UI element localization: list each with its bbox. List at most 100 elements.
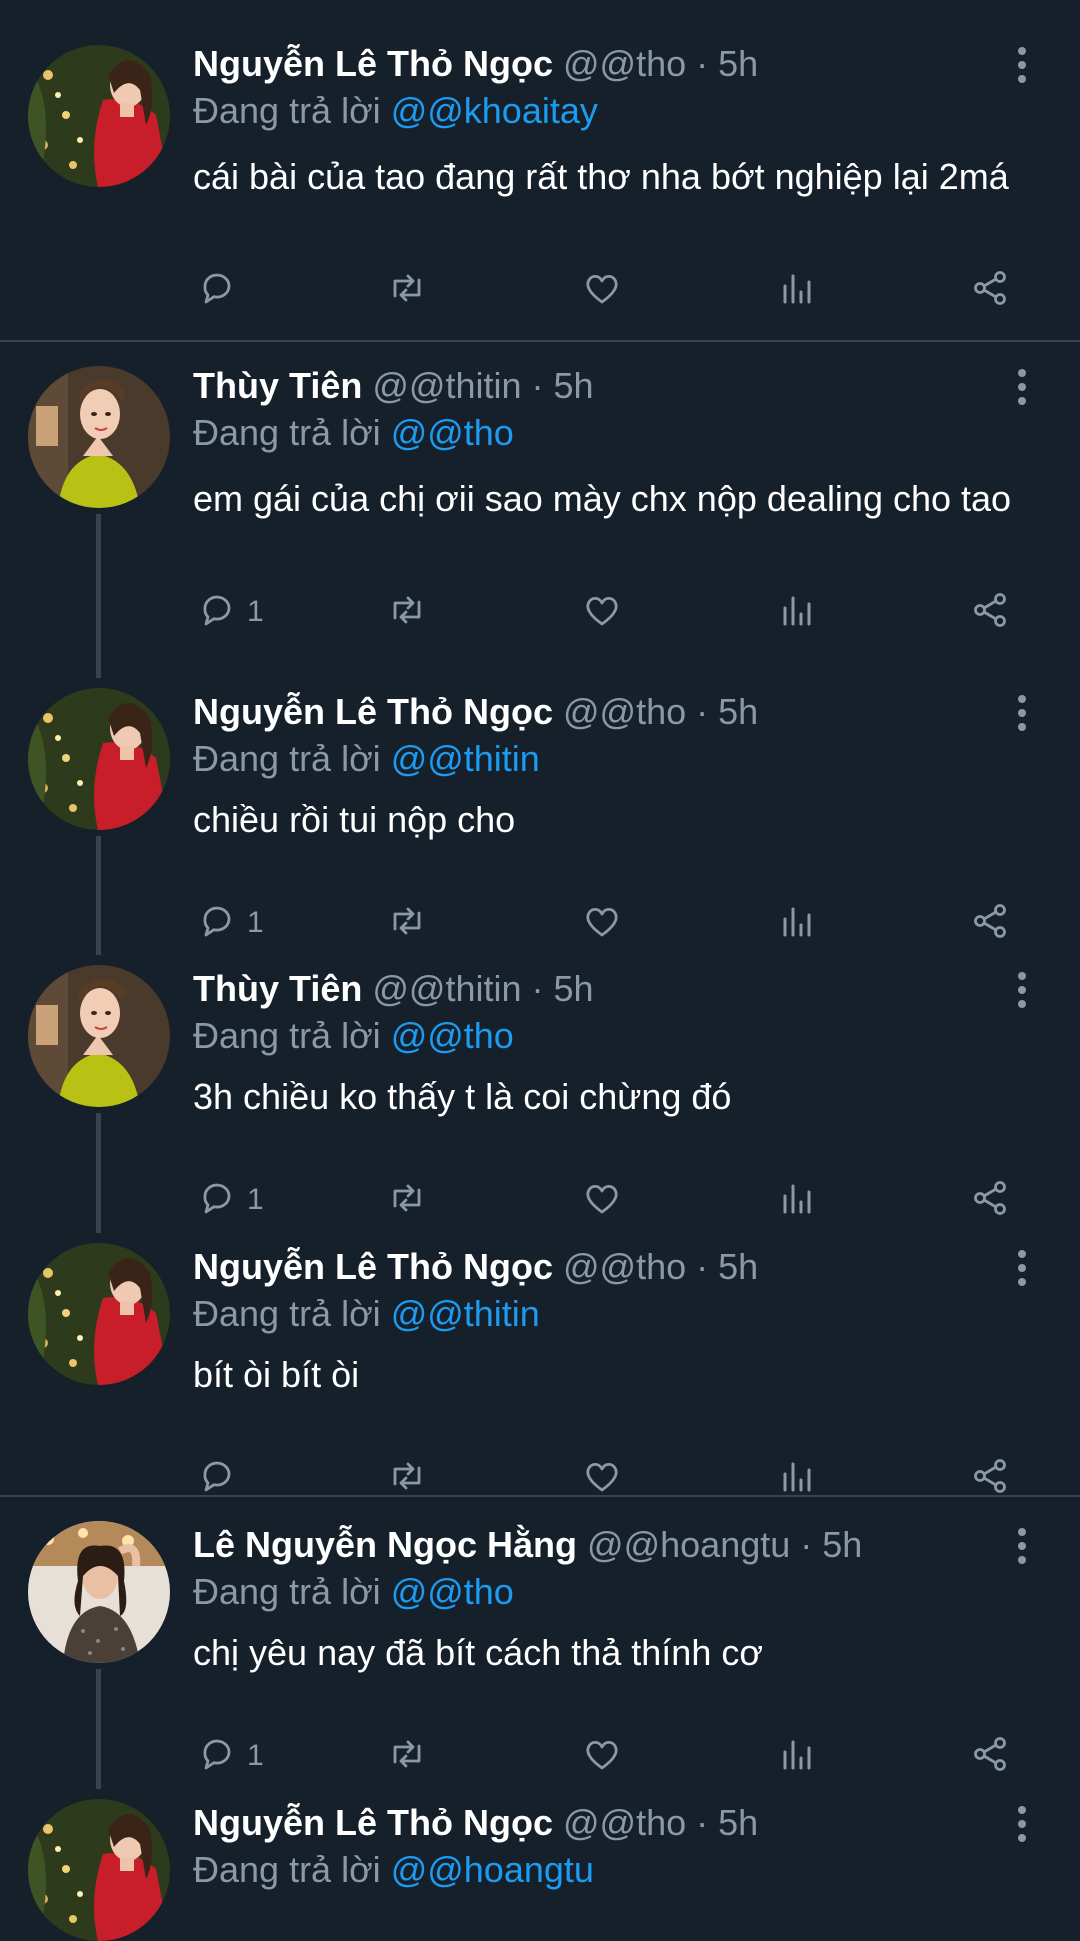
timestamp[interactable]: 5h	[718, 1802, 758, 1843]
analytics-button[interactable]	[775, 265, 819, 315]
tweet-header: Thùy Tiên @@thitin · 5h	[193, 362, 594, 410]
replying-to-mention[interactable]: @@thitin	[391, 738, 540, 779]
user-handle[interactable]: @@tho	[563, 1246, 686, 1287]
share-button[interactable]	[968, 1175, 1012, 1225]
analytics-icon	[775, 899, 819, 948]
avatar[interactable]	[28, 1521, 170, 1663]
timestamp[interactable]: 5h	[718, 1246, 758, 1287]
share-icon	[968, 266, 1012, 315]
retweet-icon	[385, 1176, 429, 1225]
reply-icon	[195, 1732, 239, 1781]
tweet-actions: 1	[0, 1175, 1080, 1225]
share-button[interactable]	[968, 265, 1012, 315]
reply-button[interactable]: 1	[195, 1175, 264, 1225]
display-name[interactable]: Nguyễn Lê Thỏ Ngọc	[193, 43, 553, 84]
tweet-text: em gái của chị ơii sao mày chx nộp deali…	[193, 478, 1012, 519]
replying-to-line: Đang trả lời @@tho	[193, 409, 514, 457]
like-button[interactable]	[580, 898, 624, 948]
share-icon	[968, 899, 1012, 948]
user-handle[interactable]: @@tho	[563, 1802, 686, 1843]
user-handle[interactable]: @@tho	[563, 43, 686, 84]
analytics-icon	[775, 588, 819, 637]
tweet-header: Nguyễn Lê Thỏ Ngọc @@tho · 5h	[193, 1243, 758, 1291]
timestamp[interactable]: 5h	[718, 43, 758, 84]
replying-to-label: Đang trả lời	[193, 90, 391, 131]
more-options-icon[interactable]	[1010, 1248, 1034, 1288]
more-options-icon[interactable]	[1010, 1526, 1034, 1566]
retweet-button[interactable]	[385, 898, 429, 948]
timestamp[interactable]: 5h	[718, 691, 758, 732]
separator-dot: ·	[686, 691, 719, 732]
display-name[interactable]: Nguyễn Lê Thỏ Ngọc	[193, 1802, 553, 1843]
avatar[interactable]	[28, 965, 170, 1107]
replying-to-mention[interactable]: @@tho	[391, 412, 514, 453]
share-button[interactable]	[968, 898, 1012, 948]
replying-to-mention[interactable]: @@tho	[391, 1571, 514, 1612]
analytics-button[interactable]	[775, 898, 819, 948]
analytics-button[interactable]	[775, 1175, 819, 1225]
replying-to-mention[interactable]: @@khoaitay	[391, 90, 598, 131]
user-handle[interactable]: @@hoangtu	[587, 1524, 790, 1565]
more-options-icon[interactable]	[1010, 1804, 1034, 1844]
like-button[interactable]	[580, 265, 624, 315]
like-button[interactable]	[580, 587, 624, 637]
user-handle[interactable]: @@tho	[563, 691, 686, 732]
display-name[interactable]: Thùy Tiên	[193, 968, 362, 1009]
replying-to-mention[interactable]: @@tho	[391, 1015, 514, 1056]
name-spacer	[577, 1524, 587, 1565]
thread-divider	[0, 1495, 1080, 1497]
separator-dot: ·	[521, 968, 554, 1009]
retweet-button[interactable]	[385, 587, 429, 637]
retweet-button[interactable]	[385, 1731, 429, 1781]
like-icon	[580, 1732, 624, 1781]
share-button[interactable]	[968, 587, 1012, 637]
retweet-icon	[385, 266, 429, 315]
replying-to-label: Đang trả lời	[193, 1849, 391, 1890]
more-options-icon[interactable]	[1010, 693, 1034, 733]
tweet-header: Nguyễn Lê Thỏ Ngọc @@tho · 5h	[193, 40, 758, 88]
tweet-header: Lê Nguyễn Ngọc Hằng @@hoangtu · 5h	[193, 1521, 862, 1569]
more-options-icon[interactable]	[1010, 970, 1034, 1010]
like-button[interactable]	[580, 1731, 624, 1781]
reply-button[interactable]: 1	[195, 1731, 264, 1781]
timestamp[interactable]: 5h	[822, 1524, 862, 1565]
avatar[interactable]	[28, 1243, 170, 1385]
display-name[interactable]: Lê Nguyễn Ngọc Hằng	[193, 1524, 577, 1565]
replying-to-line: Đang trả lời @@khoaitay	[193, 87, 598, 135]
reply-button[interactable]: 1	[195, 587, 264, 637]
replying-to-line: Đang trả lời @@thitin	[193, 1290, 540, 1338]
reply-icon	[195, 266, 239, 315]
display-name[interactable]: Nguyễn Lê Thỏ Ngọc	[193, 691, 553, 732]
display-name[interactable]: Nguyễn Lê Thỏ Ngọc	[193, 1246, 553, 1287]
tweet-actions: 1	[0, 1731, 1080, 1781]
retweet-button[interactable]	[385, 265, 429, 315]
separator-dot: ·	[686, 43, 719, 84]
tweet-text: 3h chiều ko thấy t là coi chừng đó	[193, 1076, 732, 1117]
analytics-button[interactable]	[775, 587, 819, 637]
reply-button[interactable]	[195, 265, 239, 315]
name-spacer	[362, 365, 372, 406]
replying-to-mention[interactable]: @@hoangtu	[391, 1849, 594, 1890]
avatar[interactable]	[28, 366, 170, 508]
tweet-text: chiều rồi tui nộp cho	[193, 799, 516, 840]
replying-to-mention[interactable]: @@thitin	[391, 1293, 540, 1334]
share-button[interactable]	[968, 1731, 1012, 1781]
retweet-icon	[385, 1732, 429, 1781]
like-button[interactable]	[580, 1175, 624, 1225]
user-handle[interactable]: @@thitin	[372, 968, 521, 1009]
display-name[interactable]: Thùy Tiên	[193, 365, 362, 406]
more-options-icon[interactable]	[1010, 367, 1034, 407]
retweet-button[interactable]	[385, 1175, 429, 1225]
user-handle[interactable]: @@thitin	[372, 365, 521, 406]
timestamp[interactable]: 5h	[554, 365, 594, 406]
replying-to-label: Đang trả lời	[193, 1293, 391, 1334]
timestamp[interactable]: 5h	[554, 968, 594, 1009]
avatar[interactable]	[28, 688, 170, 830]
more-options-icon[interactable]	[1010, 45, 1034, 85]
tweet-text: bít òi bít òi	[193, 1354, 360, 1395]
analytics-button[interactable]	[775, 1731, 819, 1781]
analytics-icon	[775, 266, 819, 315]
reply-button[interactable]: 1	[195, 898, 264, 948]
avatar[interactable]	[28, 45, 170, 187]
share-icon	[968, 1176, 1012, 1225]
